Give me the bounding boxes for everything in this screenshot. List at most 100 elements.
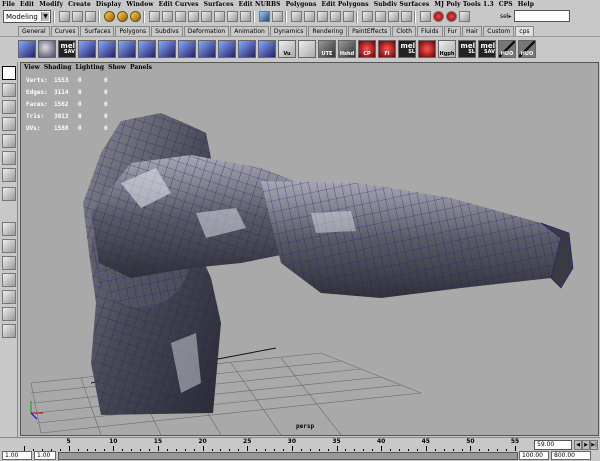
hierarchy-mode-icon[interactable] [104,11,115,22]
lasso-tool-icon[interactable] [2,83,16,97]
four-pane-layout-icon[interactable] [2,239,16,253]
shelf-tab-surfaces[interactable]: Surfaces [80,26,115,36]
outputs-icon[interactable] [388,11,399,22]
cp-icon[interactable]: CP [358,39,376,58]
cube-icon[interactable] [138,39,156,58]
scale-tool-icon[interactable] [2,134,16,148]
shelf-tab-painteffects[interactable]: PaintEffects [348,26,392,36]
hshd-icon[interactable]: Hshd [338,39,356,58]
huo-icon[interactable]: HUO [498,39,516,58]
cube-icon[interactable] [78,39,96,58]
mel-sl-icon[interactable]: mel SL [458,39,476,58]
cube-icon[interactable] [258,39,276,58]
shelf-tab-deformation[interactable]: Deformation [183,26,230,36]
menu-create[interactable]: Create [68,1,91,8]
cube-icon[interactable] [158,39,176,58]
shelf-tab-fluids[interactable]: Fluids [417,26,443,36]
grid-icon[interactable] [298,39,316,58]
quick-select-input[interactable] [513,10,570,22]
range-bar[interactable] [58,452,518,460]
play-forward-icon[interactable]: ▶ [582,440,590,450]
select-dynamics-icon[interactable] [214,11,225,22]
shelf-tab-curves[interactable]: Curves [50,26,80,36]
shelf-tab-rendering[interactable]: Rendering [308,26,348,36]
select-misc-icon[interactable] [240,11,251,22]
cube-icon[interactable] [178,39,196,58]
time-slider[interactable]: 5 10 15 20 25 30 35 40 45 50 55 59.00 ◀ ▶ ▶| [0,437,600,452]
menu-edit[interactable]: Edit [20,1,34,8]
select-tool-icon[interactable] [2,66,16,80]
cube-icon[interactable] [98,39,116,58]
render-view-icon[interactable] [420,11,431,22]
ute-icon[interactable]: UTE [318,39,336,58]
menu-cps[interactable]: CPS [499,1,513,8]
animation-end-field[interactable]: 800.00 [551,451,591,460]
menu-set-select[interactable]: Modeling ▼ [3,10,51,23]
playback-end-field[interactable]: 100.00 [519,451,549,460]
view-icon[interactable]: Vu [278,39,296,58]
menu-edit-curves[interactable]: Edit Curves [159,1,199,8]
move-tool-icon[interactable] [2,100,16,114]
menu-modify[interactable]: Modify [39,1,63,8]
shelf-tab-hair[interactable]: Hair [461,26,483,36]
shelf-tab-animation[interactable]: Animation [230,26,269,36]
make-live-icon[interactable] [343,11,354,22]
shelf-tab-polygons[interactable]: Polygons [115,26,151,36]
menu-file[interactable]: File [2,1,15,8]
huo-icon[interactable]: HUO [518,39,536,58]
outliner-layout-icon[interactable] [2,324,16,338]
poly-cube-icon[interactable] [18,39,36,58]
shelf-tab-cloth[interactable]: Cloth [392,26,416,36]
inputs-icon[interactable] [375,11,386,22]
mel-save-icon[interactable]: mel SAV [478,39,496,58]
last-tool-icon[interactable] [2,187,16,201]
cube-icon[interactable] [118,39,136,58]
play-back-icon[interactable]: ◀ [574,440,582,450]
shelf-tab-fur[interactable]: Fur [443,26,461,36]
panel-menu-shading[interactable]: Shading [44,64,72,71]
shelf-tab-custom[interactable]: Custom [483,26,515,36]
persp-graph-layout-icon[interactable] [2,290,16,304]
cube-icon[interactable] [198,39,216,58]
menu-edit-nurbs[interactable]: Edit NURBS [239,1,281,8]
time-ruler[interactable]: 5 10 15 20 25 30 35 40 45 50 55 [20,438,530,452]
panel-menu-view[interactable]: View [24,64,40,71]
select-curve-icon[interactable] [175,11,186,22]
mel-save-icon[interactable]: mel SAV [58,39,76,58]
snap-view-icon[interactable] [330,11,341,22]
playback-start-field[interactable]: 1.00 [34,451,56,460]
select-deformer-icon[interactable] [201,11,212,22]
shelf-tab-cps[interactable]: cps [515,26,534,36]
current-frame-field[interactable]: 59.00 [534,440,572,450]
ipr-render-icon[interactable] [446,11,457,22]
side-by-side-layout-icon[interactable] [2,256,16,270]
perspective-viewport[interactable]: View Shading Lighting Show Panels Verts: 1553… [20,62,599,436]
save-scene-icon[interactable] [85,11,96,22]
object-mode-icon[interactable] [117,11,128,22]
select-render-icon[interactable] [227,11,238,22]
snap-grid-icon[interactable] [291,11,302,22]
render-globals-icon[interactable] [459,11,470,22]
component-mode-icon[interactable] [130,11,141,22]
shelf-tab-dynamics[interactable]: Dynamics [269,26,308,36]
highlight-selection-icon[interactable] [272,11,283,22]
hypershade-layout-icon[interactable] [2,307,16,321]
fi-icon[interactable]: FI [378,39,396,58]
select-surface-icon[interactable] [188,11,199,22]
menu-surfaces[interactable]: Surfaces [204,1,234,8]
soft-mod-tool-icon[interactable] [2,168,16,182]
panel-menu-show[interactable]: Show [108,64,126,71]
mel-sl-icon[interactable]: mel SL [398,39,416,58]
manipulator-tool-icon[interactable] [2,151,16,165]
snap-point-icon[interactable] [317,11,328,22]
persp-outliner-layout-icon[interactable] [2,273,16,287]
panel-menu-lighting[interactable]: Lighting [75,64,104,71]
lock-selection-icon[interactable] [259,11,270,22]
poly-sphere-icon[interactable] [38,39,56,58]
select-handle-icon[interactable] [149,11,160,22]
cube-icon[interactable] [238,39,256,58]
shelf-tab-subdivs[interactable]: Subdivs [151,26,183,36]
history-icon[interactable] [362,11,373,22]
animation-start-field[interactable]: 1.00 [2,451,32,460]
cube-icon[interactable] [218,39,236,58]
